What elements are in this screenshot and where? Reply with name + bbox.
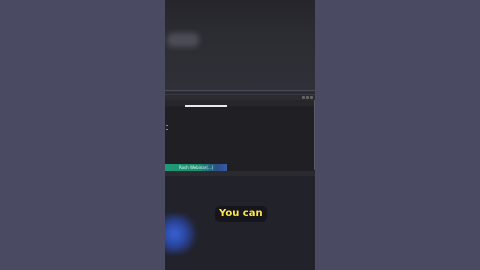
gutter-marker — [166, 125, 168, 126]
minimize-icon[interactable] — [302, 96, 305, 99]
gutter-marker — [166, 129, 168, 130]
window-controls — [302, 96, 313, 99]
bottom-panel: You can — [165, 176, 315, 270]
filter-input[interactable] — [185, 105, 227, 107]
close-icon[interactable] — [310, 96, 313, 99]
top-divider — [165, 90, 315, 91]
video-frame: Rosh Webinar(...) You can — [165, 0, 315, 270]
maximize-icon[interactable] — [306, 96, 309, 99]
blurred-logo — [167, 33, 199, 47]
blue-glow — [165, 214, 201, 254]
subtitle-caption: You can — [215, 206, 267, 222]
presenter-tag: Rosh Webinar(...) — [165, 164, 227, 171]
top-panel — [165, 0, 315, 92]
scrollbar[interactable] — [314, 100, 315, 170]
